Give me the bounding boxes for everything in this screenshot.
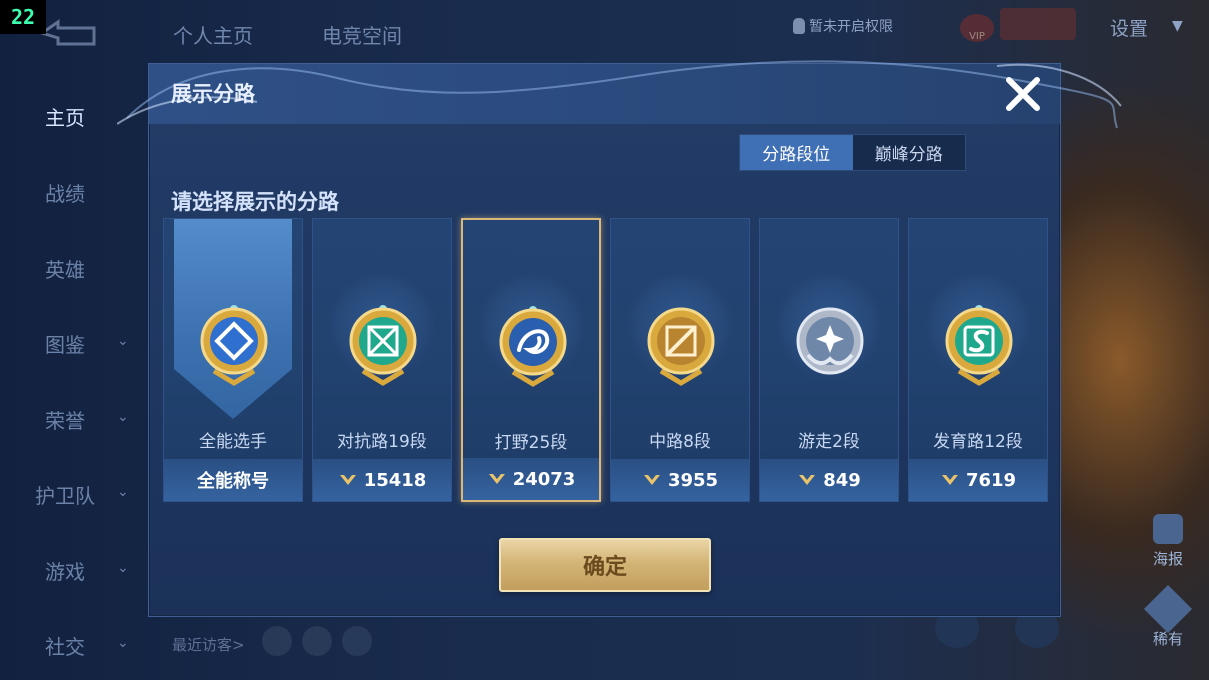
lane-name: 游走2段 — [798, 432, 860, 452]
peak-score-icon — [488, 474, 505, 484]
lane-value: 849 — [823, 469, 861, 491]
dialog-title: 展示分路 — [171, 82, 255, 106]
lane-value: 15418 — [363, 469, 427, 491]
avatar[interactable] — [302, 626, 332, 656]
vip-icon: VIP — [960, 14, 994, 42]
rare-icon — [1143, 584, 1193, 634]
toggle-peak-lane[interactable]: 巅峰分路 — [853, 135, 966, 170]
poster-button[interactable]: 海报 — [1145, 514, 1191, 569]
fps-counter: 22 — [0, 0, 46, 34]
jungle-emblem-icon — [499, 306, 567, 387]
lane-name: 中路8段 — [649, 432, 711, 452]
card-value-bar: 7619 — [909, 459, 1047, 501]
poster-icon — [1153, 514, 1183, 544]
lane-name: 对抗路19段 — [337, 432, 427, 452]
sidebar-item-collection[interactable]: 图鉴 — [45, 329, 85, 358]
sidebar-item-social[interactable]: 社交 — [45, 631, 85, 660]
chevron-down-icon[interactable]: ⌄ — [117, 333, 129, 349]
chevron-down-icon[interactable]: ⌄ — [117, 409, 129, 425]
lock-icon — [793, 18, 805, 34]
dialog-header — [149, 64, 1060, 124]
lane-value: 全能称号 — [197, 471, 269, 492]
peak-score-icon — [941, 475, 958, 485]
sidebar-item-guard[interactable]: 护卫队 — [35, 480, 95, 509]
peak-score-icon — [643, 475, 660, 485]
lane-card-all-round[interactable]: 全能选手 全能称号 — [163, 218, 303, 502]
vip-banner — [1000, 8, 1076, 40]
avatar[interactable] — [262, 626, 292, 656]
lane-card-list: 全能选手 全能称号 对抗路19段 15418 打野25段 24073 中路8段 … — [163, 218, 1049, 502]
card-value-bar: 15418 — [313, 459, 451, 501]
confirm-button[interactable]: 确定 — [499, 538, 711, 592]
lane-value: 24073 — [512, 468, 576, 490]
sidebar-item-home[interactable]: 主页 — [45, 102, 85, 131]
lane-card-roam[interactable]: 游走2段 849 — [759, 218, 899, 502]
rare-button[interactable]: 稀有 — [1140, 584, 1196, 649]
toggle-lane-rank[interactable]: 分路段位 — [740, 135, 853, 170]
hero-background-decoration — [1050, 340, 1170, 370]
card-value-bar: 849 — [760, 459, 898, 501]
sidebar-item-games[interactable]: 游戏 — [45, 556, 85, 585]
all-round-emblem-icon — [200, 305, 268, 386]
mid-lane-emblem-icon — [647, 307, 715, 386]
back-arrow-icon[interactable] — [38, 18, 100, 48]
close-icon[interactable] — [1001, 72, 1045, 116]
peak-score-icon — [339, 475, 356, 485]
farm-lane-emblem-icon — [945, 305, 1013, 386]
card-value-bar: 24073 — [463, 458, 599, 500]
sidebar-item-honor[interactable]: 荣誉 — [45, 405, 85, 434]
permission-text: 暂未开启权限 — [809, 19, 893, 35]
tab-esports-space[interactable]: 电竞空间 — [322, 20, 402, 49]
chevron-down-icon[interactable]: ⌄ — [117, 484, 129, 500]
peak-score-icon — [799, 475, 816, 485]
card-value-bar: 全能称号 — [164, 459, 302, 501]
vip-badge[interactable]: VIP — [958, 8, 1078, 44]
avatar[interactable] — [342, 626, 372, 656]
settings-button[interactable]: 设置 — [1110, 14, 1148, 41]
lane-value: 3955 — [667, 469, 719, 491]
lane-card-mid[interactable]: 中路8段 3955 — [610, 218, 750, 502]
sidebar-item-record[interactable]: 战绩 — [45, 178, 85, 207]
lane-card-jungle[interactable]: 打野25段 24073 — [461, 218, 601, 502]
lane-value: 7619 — [965, 469, 1017, 491]
lane-name: 发育路12段 — [933, 432, 1023, 452]
permission-status: 暂未开启权限 — [793, 16, 893, 36]
lane-card-farm[interactable]: 发育路12段 7619 — [908, 218, 1048, 502]
clash-lane-emblem-icon — [349, 305, 417, 386]
lane-type-toggle: 分路段位 巅峰分路 — [739, 134, 966, 171]
card-value-bar: 3955 — [611, 459, 749, 501]
sidebar-item-heroes[interactable]: 英雄 — [45, 254, 85, 283]
visitor-avatars — [262, 626, 372, 656]
lane-card-clash[interactable]: 对抗路19段 15418 — [312, 218, 452, 502]
chevron-down-icon[interactable]: ⌄ — [117, 635, 129, 651]
poster-label: 海报 — [1152, 550, 1183, 568]
tab-personal-home[interactable]: 个人主页 — [173, 20, 253, 49]
show-lane-dialog: 展示分路 分路段位 巅峰分路 请选择展示的分路 全能选手 全能称号 对抗路19段… — [117, 60, 1122, 617]
chevron-down-icon[interactable]: ⌄ — [117, 560, 129, 576]
lane-name: 打野25段 — [494, 433, 568, 453]
roam-emblem-icon — [796, 307, 864, 375]
recent-visitors-link[interactable]: 最近访客> — [172, 634, 245, 655]
select-lane-prompt: 请选择展示的分路 — [171, 190, 339, 214]
chevron-down-icon[interactable]: ▼ — [1172, 18, 1183, 34]
lane-name: 全能选手 — [199, 432, 267, 452]
